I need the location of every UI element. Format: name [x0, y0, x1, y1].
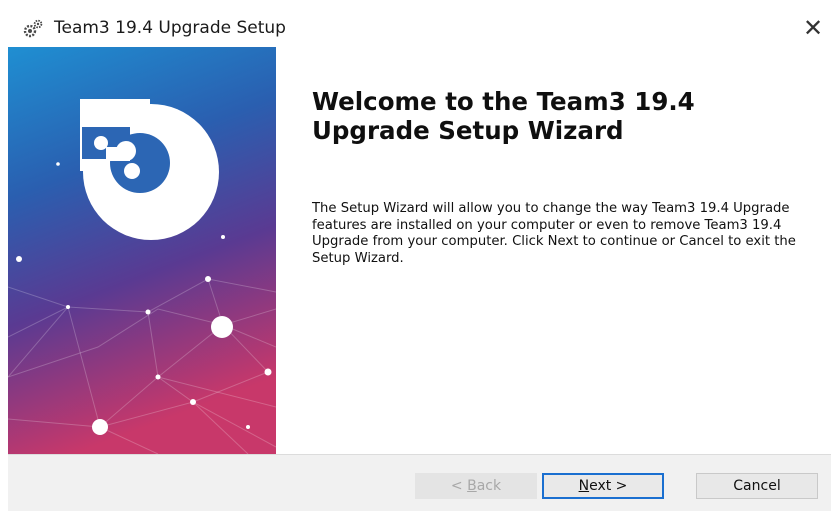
next-button[interactable]: Next > — [542, 473, 664, 499]
welcome-description: The Setup Wizard will allow you to chang… — [312, 201, 796, 266]
next-rest: ext > — [589, 478, 628, 494]
window-title: Team3 19.4 Upgrade Setup — [54, 18, 286, 38]
close-icon: ✕ — [802, 14, 824, 42]
setup-gears-icon — [23, 19, 43, 38]
next-accel: N — [578, 478, 590, 494]
wizard-banner — [8, 47, 276, 454]
back-accel: B — [467, 478, 477, 494]
setup-window: Team3 19.4 Upgrade Setup ✕ Welcome to th… — [0, 0, 833, 511]
wizard-footer: < Back Next > Cancel — [8, 454, 831, 511]
back-prefix: < — [450, 478, 468, 494]
wizard-content: Welcome to the Team3 19.4 Upgrade Setup … — [276, 47, 831, 454]
close-button[interactable]: ✕ — [795, 13, 831, 43]
welcome-heading: Welcome to the Team3 19.4 Upgrade Setup … — [312, 87, 695, 145]
cancel-button[interactable]: Cancel — [696, 473, 818, 499]
back-button[interactable]: < Back — [415, 473, 537, 499]
banner-graphic — [8, 47, 276, 454]
title-bar: Team3 19.4 Upgrade Setup ✕ — [8, 9, 831, 47]
back-rest: ack — [476, 478, 502, 494]
